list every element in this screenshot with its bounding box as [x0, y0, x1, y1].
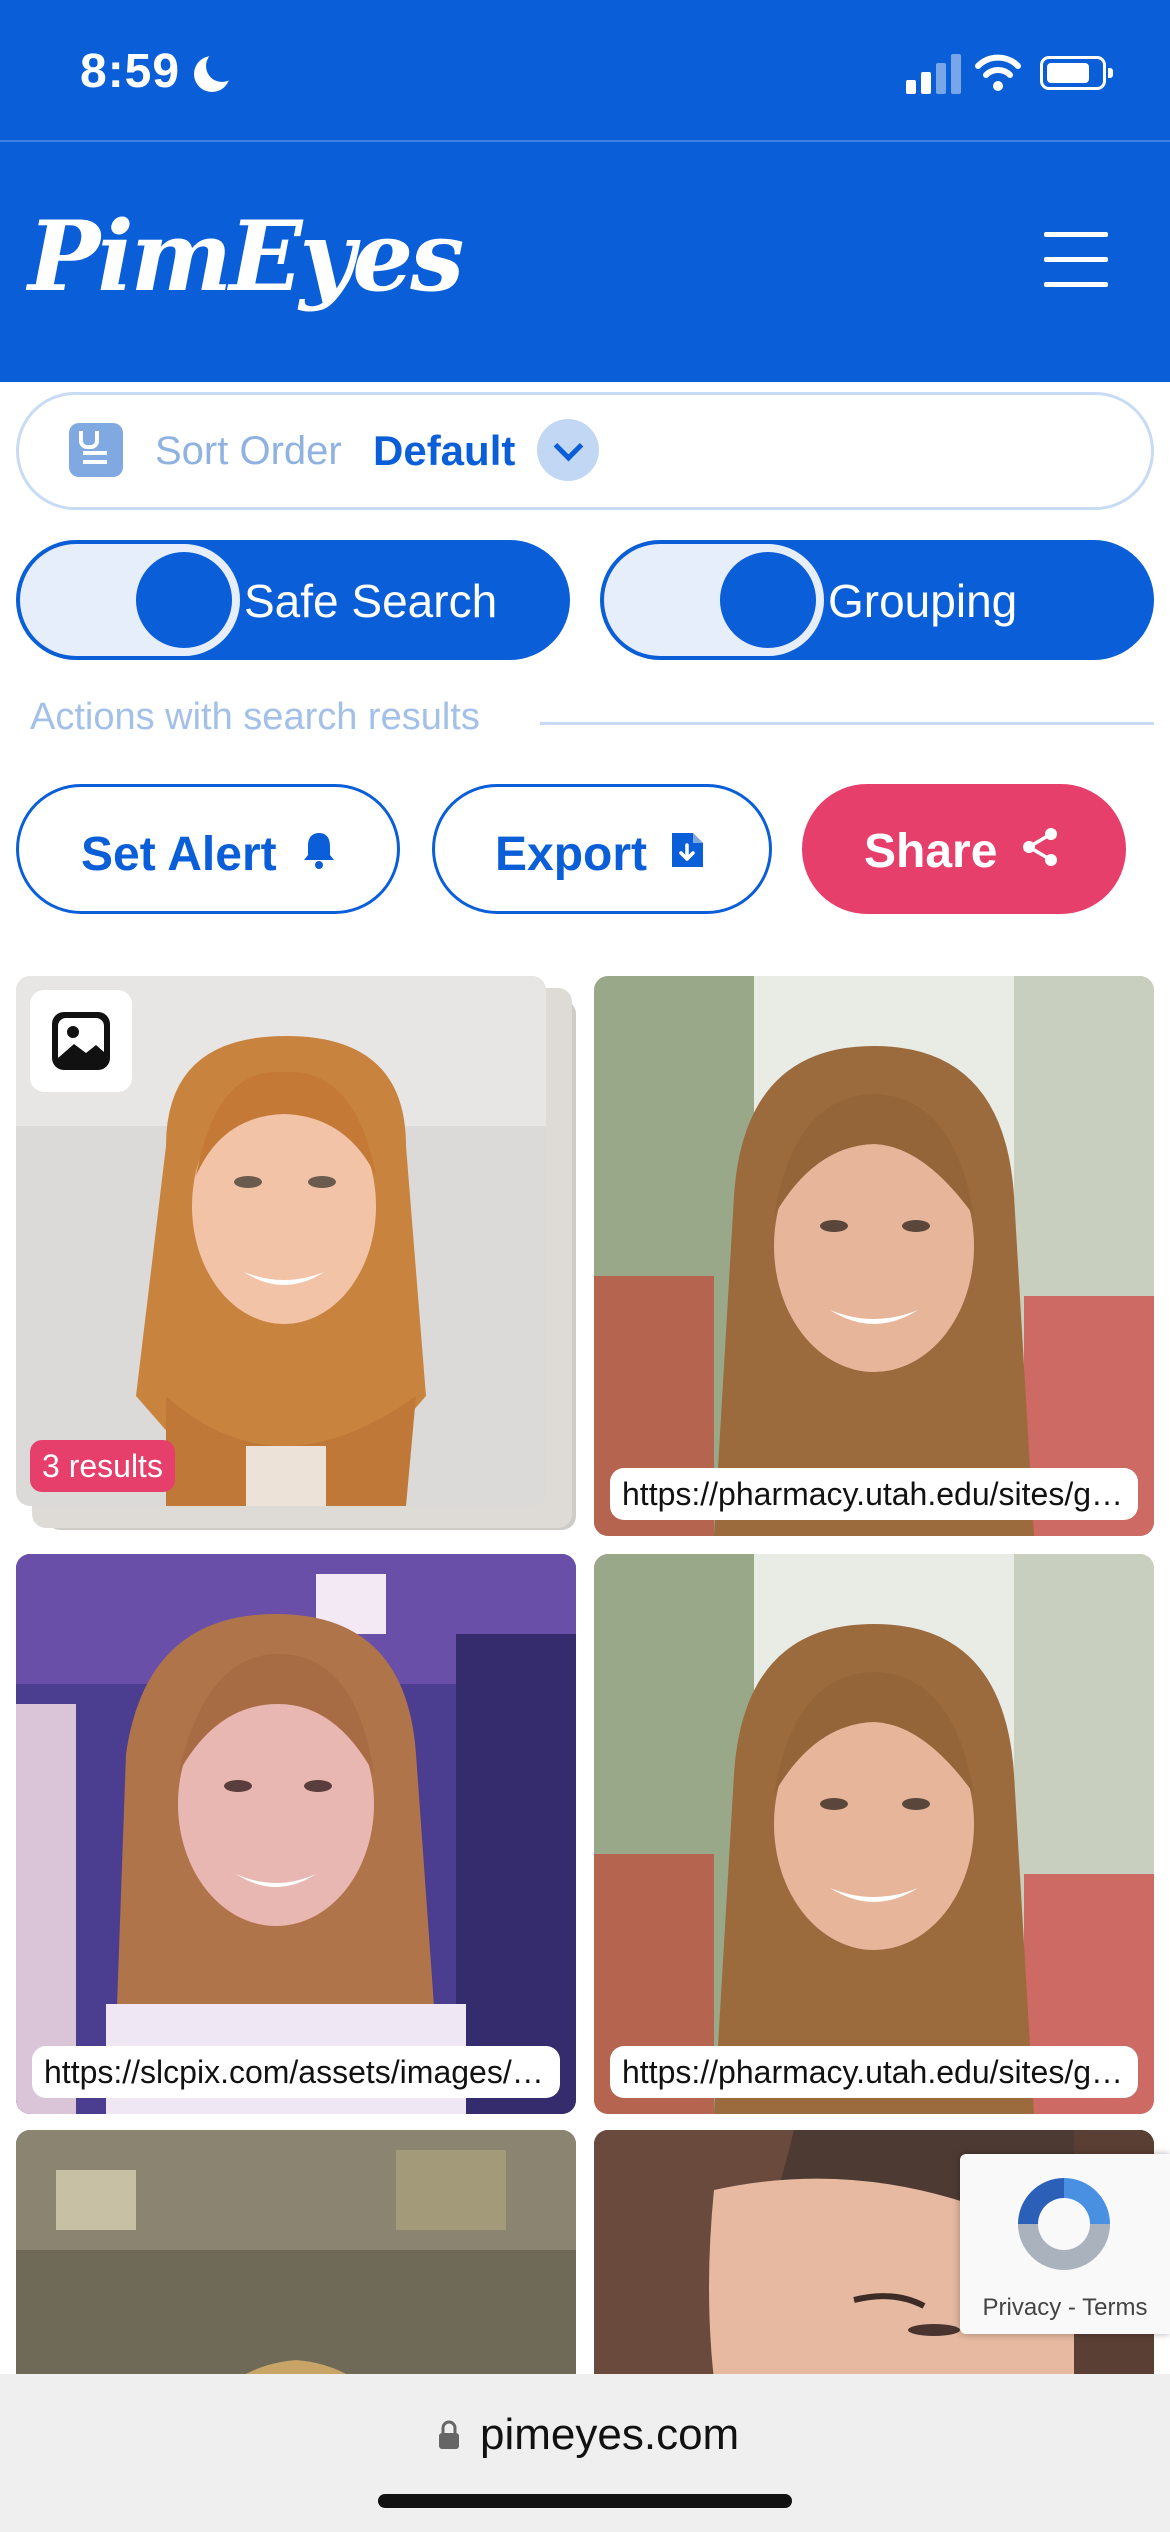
- result-url[interactable]: https://pharmacy.utah.edu/sites/g…: [610, 2046, 1138, 2098]
- actions-divider: [540, 722, 1154, 725]
- recaptcha-badge[interactable]: Privacy - Terms: [960, 2154, 1170, 2334]
- grouping-toggle[interactable]: Grouping: [600, 540, 1154, 660]
- actions-section-label: Actions with search results: [30, 696, 480, 738]
- safe-search-toggle[interactable]: Safe Search: [16, 540, 570, 660]
- share-button[interactable]: Share: [802, 784, 1126, 914]
- bell-icon: [304, 833, 334, 869]
- sort-list-icon: [69, 423, 123, 477]
- battery-icon: [1040, 56, 1113, 90]
- safe-search-label: Safe Search: [244, 575, 498, 627]
- file-download-icon: [672, 833, 703, 867]
- recaptcha-icon: [1018, 2178, 1110, 2270]
- share-icon: [1023, 828, 1057, 866]
- lock-icon: [439, 2420, 459, 2449]
- export-button[interactable]: Export: [432, 784, 772, 914]
- result-url[interactable]: https://pharmacy.utah.edu/sites/g…: [610, 1468, 1138, 1520]
- grouping-track: [604, 544, 824, 656]
- status-time: 8:59: [80, 45, 181, 98]
- set-alert-button[interactable]: Set Alert: [16, 784, 400, 914]
- moon-icon: [194, 50, 238, 92]
- hamburger-icon[interactable]: [1044, 232, 1108, 288]
- wifi-icon: [975, 54, 1021, 91]
- grouping-label: Grouping: [828, 575, 1018, 627]
- result-card[interactable]: 3 results: [16, 976, 546, 1506]
- grouping-knob: [712, 544, 824, 656]
- result-card[interactable]: https://slcpix.com/assets/images/…: [16, 1554, 576, 2114]
- results-count-badge: 3 results: [30, 1440, 175, 1492]
- home-indicator[interactable]: [378, 2494, 792, 2508]
- chevron-down-icon[interactable]: [537, 419, 599, 481]
- sort-order-select[interactable]: Sort Order Default: [16, 392, 1154, 510]
- result-url[interactable]: https://slcpix.com/assets/images/…: [32, 2046, 560, 2098]
- face-photo: [594, 976, 1154, 1536]
- image-icon: [30, 990, 132, 1092]
- face-photo: [16, 1554, 576, 2114]
- pimeyes-logo[interactable]: PimEyes: [28, 200, 464, 313]
- share-label: Share: [864, 825, 998, 878]
- set-alert-label: Set Alert: [81, 828, 277, 881]
- sort-order-value: Default: [373, 427, 516, 474]
- site-header: PimEyes: [0, 142, 1170, 382]
- result-card[interactable]: https://pharmacy.utah.edu/sites/g…: [594, 976, 1154, 1536]
- browser-address-bar[interactable]: pimeyes.com: [0, 2374, 1170, 2532]
- sort-order-label: Sort Order: [155, 429, 342, 473]
- signal-icon: [906, 52, 962, 94]
- result-card[interactable]: https://pharmacy.utah.edu/sites/g…: [594, 1554, 1154, 2114]
- recaptcha-links[interactable]: Privacy - Terms: [960, 2294, 1170, 2322]
- safe-search-track: [20, 544, 240, 656]
- export-label: Export: [495, 828, 648, 881]
- face-photo: [594, 1554, 1154, 2114]
- status-bar: 8:59: [0, 0, 1170, 140]
- safe-search-knob: [128, 544, 240, 656]
- browser-url[interactable]: pimeyes.com: [480, 2410, 739, 2460]
